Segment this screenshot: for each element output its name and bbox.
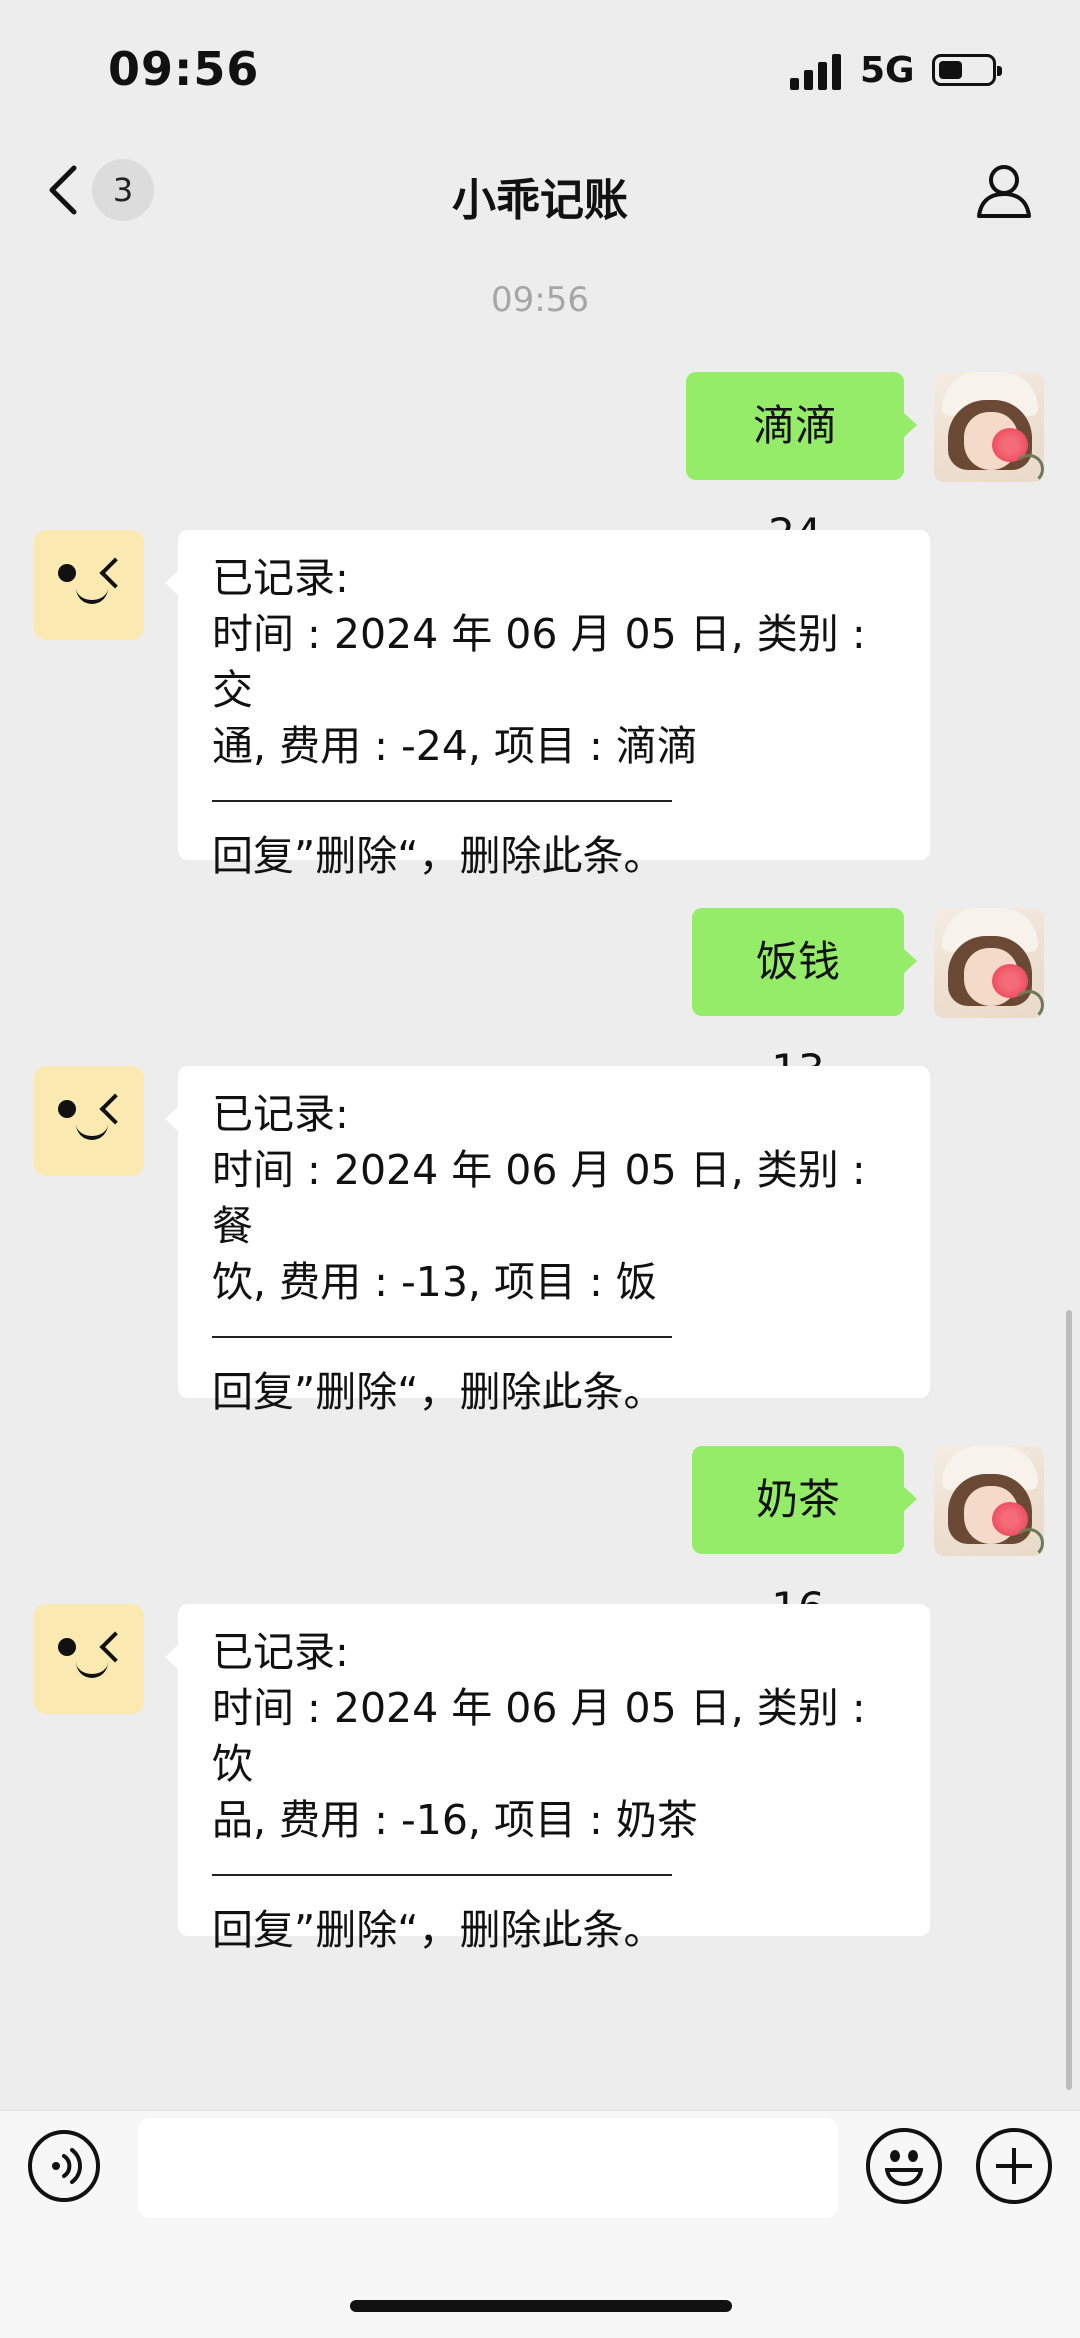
network-type: 5G — [860, 50, 915, 91]
message-line: 回复”删除“，删除此条。 — [212, 832, 665, 880]
avatar-user[interactable] — [934, 908, 1044, 1018]
profile-icon[interactable] — [975, 160, 1033, 220]
message-line: 通, 费用 : -24, 项目 : 滴滴 — [212, 722, 698, 770]
signal-icon — [790, 54, 842, 90]
message-line: 饮, 费用 : -13, 项目 : 饭 — [212, 1258, 657, 1306]
message-line: 时间 : 2024 年 06 月 05 日, 类别 : 交 — [212, 610, 866, 714]
message-timestamp: 09:56 — [491, 280, 589, 320]
divider-line — [212, 1874, 672, 1876]
avatar-user[interactable] — [934, 372, 1044, 482]
incoming-message[interactable]: 已记录: 时间 : 2024 年 06 月 05 日, 类别 : 交 通, 费用… — [165, 530, 930, 880]
message-line: 回复”删除“，删除此条。 — [212, 1368, 665, 1416]
emoji-button[interactable] — [866, 2128, 942, 2204]
outgoing-message[interactable]: 奶茶 16 — [692, 1446, 917, 1632]
message-line: 时间 : 2024 年 06 月 05 日, 类别 : 餐 — [212, 1146, 866, 1250]
outgoing-message[interactable]: 滴滴 24 — [686, 372, 917, 558]
avatar-bot[interactable] — [34, 1604, 144, 1714]
avatar-bot[interactable] — [34, 1066, 144, 1176]
incoming-message[interactable]: 已记录: 时间 : 2024 年 06 月 05 日, 类别 : 餐 饮, 费用… — [165, 1066, 930, 1416]
message-line: 品, 费用 : -16, 项目 : 奶茶 — [212, 1796, 698, 1844]
voice-icon — [52, 2148, 82, 2184]
avatar-bot[interactable] — [34, 530, 144, 640]
message-line: 已记录: — [212, 554, 349, 602]
message-line: 已记录: — [212, 1090, 349, 1138]
message-input[interactable] — [138, 2118, 838, 2218]
scrollbar[interactable] — [1066, 1310, 1072, 2090]
avatar-user[interactable] — [934, 1446, 1044, 1556]
divider-line — [212, 1336, 672, 1338]
message-line: 已记录: — [212, 1628, 349, 1676]
voice-button[interactable] — [28, 2130, 100, 2202]
outgoing-message[interactable]: 饭钱 13 — [692, 908, 917, 1094]
message-line: 回复”删除“，删除此条。 — [212, 1906, 665, 1954]
chat-title: 小乖记账 — [452, 175, 628, 226]
status-time: 09:56 — [108, 42, 260, 96]
home-indicator — [350, 2300, 732, 2312]
divider-line — [212, 800, 672, 802]
message-line: 时间 : 2024 年 06 月 05 日, 类别 : 饮 — [212, 1684, 866, 1788]
incoming-message[interactable]: 已记录: 时间 : 2024 年 06 月 05 日, 类别 : 饮 品, 费用… — [165, 1604, 930, 1954]
add-more-button[interactable] — [976, 2128, 1052, 2204]
battery-icon — [932, 54, 1002, 86]
